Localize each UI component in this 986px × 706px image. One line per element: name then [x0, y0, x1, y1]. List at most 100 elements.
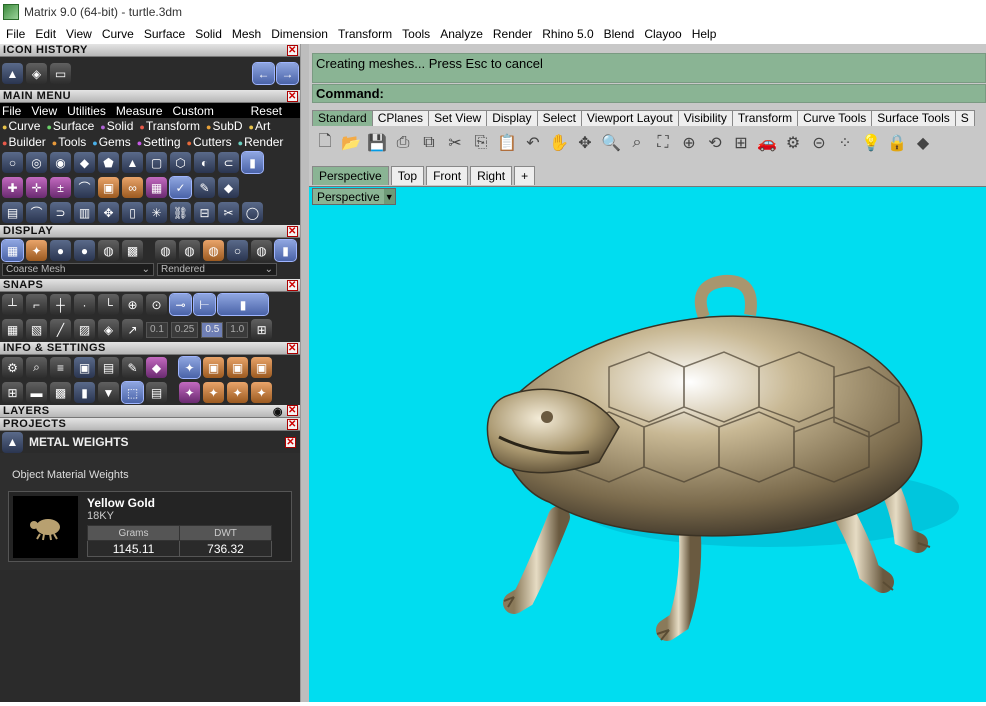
tab-cplanes[interactable]: CPlanes [371, 110, 430, 126]
rotate-icon[interactable]: ⟲ [704, 132, 726, 154]
box-icon[interactable]: ▣ [98, 177, 119, 198]
sphere-icon[interactable]: ● [50, 240, 71, 261]
copy-icon[interactable]: ⧉ [418, 132, 440, 154]
viewport-tab-top[interactable]: Top [390, 166, 425, 185]
mesh-select[interactable]: Coarse Mesh ⌄ [2, 263, 154, 276]
split-icon[interactable]: ⊟ [194, 202, 215, 223]
frame-icon[interactable]: ▢ [146, 152, 167, 173]
close-icon[interactable]: ✕ [287, 418, 298, 430]
setting-icon[interactable]: ⬟ [98, 152, 119, 173]
arrow-left-icon[interactable]: ← [252, 62, 275, 85]
shank-icon[interactable]: ⊂ [218, 152, 239, 173]
line-icon[interactable]: ╱ [50, 319, 71, 340]
box-icon[interactable]: ▣ [74, 357, 95, 378]
zoom-extents-icon[interactable]: ⛶ [652, 132, 674, 154]
shield-icon[interactable]: ◈ [26, 63, 47, 84]
frame-icon[interactable]: ▣ [251, 357, 272, 378]
menu-tools[interactable]: Tools [402, 27, 430, 41]
gem-icon[interactable]: ◆ [218, 177, 239, 198]
book-icon[interactable]: ▮ [74, 382, 95, 403]
tab-curve-tools[interactable]: Curve Tools [797, 110, 873, 126]
snap-quad-icon[interactable]: ⊢ [193, 293, 216, 316]
perspective-viewport[interactable] [309, 186, 986, 702]
grid-icon[interactable]: ▦ [2, 319, 23, 340]
panel-toggle-icon[interactable]: ▮ [274, 239, 297, 262]
main-menu-custom[interactable]: Custom [173, 104, 214, 118]
cat-builder[interactable]: Builder [2, 135, 45, 149]
menu-rhino[interactable]: Rhino 5.0 [542, 27, 593, 41]
tab-standard[interactable]: Standard [312, 110, 373, 126]
zoom-icon[interactable]: ⌕ [26, 357, 47, 378]
sphere-icon[interactable]: ● [74, 240, 95, 261]
gem-icon[interactable]: ✦ [203, 382, 224, 403]
tab-set-view[interactable]: Set View [428, 110, 488, 126]
explode-icon[interactable]: ✳ [146, 202, 167, 223]
snap-value-0-5[interactable]: 0.5 [201, 321, 224, 338]
main-menu-utilities[interactable]: Utilities [67, 104, 106, 118]
main-menu-file[interactable]: File [2, 104, 21, 118]
main-menu-reset[interactable]: Reset [251, 104, 282, 118]
panel-toggle-icon[interactable]: ▮ [241, 151, 264, 174]
menu-file[interactable]: File [6, 27, 25, 41]
eye-icon[interactable]: ◉ [273, 405, 283, 418]
cat-setting[interactable]: Setting [137, 135, 180, 149]
cat-solid[interactable]: Solid [100, 119, 134, 133]
globe-icon[interactable]: ◍ [98, 240, 119, 261]
viewport-tab-perspective[interactable]: Perspective [312, 166, 389, 185]
windows-icon[interactable]: ⊞ [2, 382, 23, 403]
snap-toggle-icon[interactable]: ▮ [217, 293, 269, 316]
folder-icon[interactable]: ▭ [50, 63, 71, 84]
cat-render[interactable]: Render [238, 135, 283, 149]
settings-icon[interactable]: ⚙ [2, 357, 23, 378]
check-icon[interactable]: ✓ [169, 176, 192, 199]
tab-more[interactable]: S [954, 110, 975, 126]
menu-dimension[interactable]: Dimension [271, 27, 328, 41]
gem-icon[interactable]: ✦ [179, 382, 200, 403]
sphere-icon[interactable]: ◍ [179, 240, 200, 261]
cube-icon[interactable]: ▩ [50, 382, 71, 403]
wizard-icon[interactable]: ✦ [178, 356, 201, 379]
snap-int-icon[interactable]: ⊕ [122, 294, 143, 315]
menu-blend[interactable]: Blend [604, 27, 635, 41]
close-icon[interactable]: ✕ [287, 404, 298, 416]
snap-perp-icon[interactable]: ⊙ [146, 294, 167, 315]
cube-icon[interactable]: ◆ [146, 357, 167, 378]
cat-cutters[interactable]: Cutters [187, 135, 232, 149]
torus-icon[interactable]: ◉ [50, 152, 71, 173]
bezel-icon[interactable]: ⬡ [170, 152, 191, 173]
paste-icon[interactable]: 📋 [496, 132, 518, 154]
cut-icon[interactable]: ✂ [444, 132, 466, 154]
copy-icon[interactable]: ⎘ [470, 132, 492, 154]
viewport-tab-front[interactable]: Front [426, 166, 469, 185]
filter-icon[interactable]: ▼ [98, 382, 119, 403]
render-select[interactable]: Rendered ⌄ [157, 263, 277, 276]
snap-end-icon[interactable]: ┴ [2, 294, 23, 315]
cubes-icon[interactable]: ▤ [2, 202, 23, 223]
close-icon[interactable]: ✕ [285, 436, 296, 448]
close-icon[interactable]: ✕ [287, 44, 298, 56]
sphere-icon[interactable]: ◍ [251, 240, 272, 261]
cat-curve[interactable]: Curve [2, 119, 40, 133]
menu-surface[interactable]: Surface [144, 27, 185, 41]
menu-edit[interactable]: Edit [35, 27, 56, 41]
pyramid-icon[interactable]: ▲ [2, 63, 23, 84]
tab-viewport-layout[interactable]: Viewport Layout [580, 110, 679, 126]
pencil-icon[interactable]: ✎ [122, 357, 143, 378]
grid-icon[interactable]: ▦ [146, 177, 167, 198]
add-viewport-button[interactable]: + [514, 166, 536, 185]
circle-icon[interactable]: ○ [227, 240, 248, 261]
select-icon[interactable]: ⬚ [121, 381, 144, 404]
cat-tools[interactable]: Tools [52, 135, 86, 149]
move-icon[interactable]: ✥ [98, 202, 119, 223]
viewport-tab-right[interactable]: Right [470, 166, 513, 185]
wireframe-icon[interactable]: ▦ [1, 239, 24, 262]
gem-icon[interactable]: ✦ [251, 382, 272, 403]
ring-icon[interactable]: ◯ [242, 202, 263, 223]
snap-value-0-25[interactable]: 0.25 [170, 321, 199, 338]
shape-icon[interactable]: ◆ [74, 152, 95, 173]
brush-icon[interactable]: ✎ [194, 177, 215, 198]
cat-surface[interactable]: Surface [46, 119, 94, 133]
new-icon[interactable]: 🗋 [314, 132, 336, 154]
chevron-down-icon[interactable]: ▼ [383, 189, 395, 204]
main-menu-view[interactable]: View [31, 104, 57, 118]
